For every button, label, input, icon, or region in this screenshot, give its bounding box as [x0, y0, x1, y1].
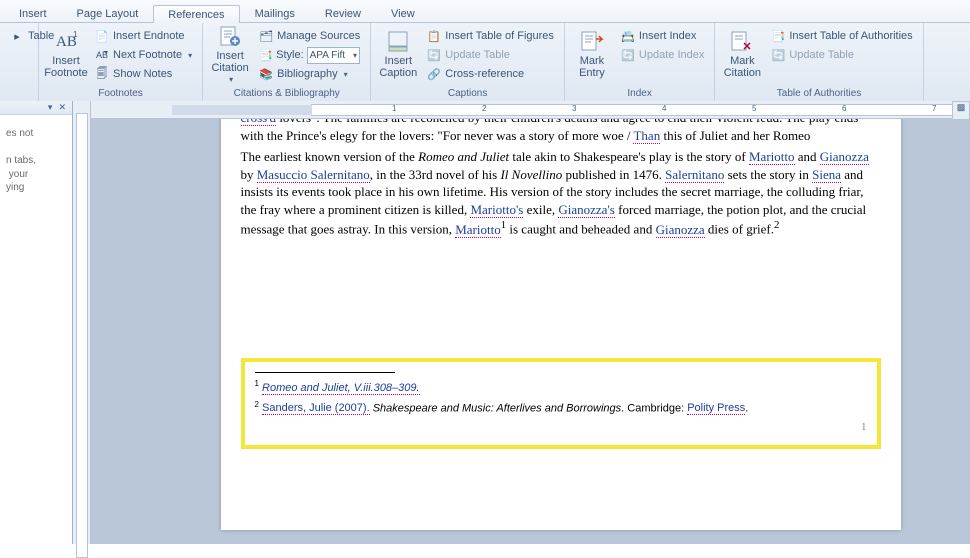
group-captions-label: Captions: [375, 87, 560, 101]
ruler-toggle-button[interactable]: ▩: [952, 101, 970, 120]
paragraph[interactable]: cross'd lovers". The families are reconc…: [241, 119, 881, 144]
update-table-button: 🔄Update Table: [423, 46, 558, 64]
chevron-down-icon[interactable]: ▾: [188, 51, 192, 60]
tof-icon: 📋: [427, 29, 441, 43]
ribbon: ▸Table AB1 Insert Footnote 📄Insert Endno…: [0, 23, 970, 102]
document-scroll[interactable]: cross'd lovers". The families are reconc…: [91, 119, 970, 544]
update-icon: 🔄: [427, 48, 441, 62]
page-number: 1: [255, 420, 867, 435]
footnote-icon: AB1: [54, 29, 78, 53]
group-footnotes-label: Footnotes: [43, 87, 198, 101]
style-icon: 📑: [259, 48, 273, 62]
toa-icon: 📑: [771, 29, 785, 43]
mark-entry-button[interactable]: Mark Entry: [569, 25, 615, 83]
tab-mailings[interactable]: Mailings: [240, 4, 310, 22]
tab-review[interactable]: Review: [310, 4, 376, 22]
mark-citation-icon: [730, 29, 754, 53]
ribbon-tabs: Insert Page Layout References Mailings R…: [0, 0, 970, 23]
footnote-2[interactable]: 2 Sanders, Julie (2007). Shakespeare and…: [255, 400, 867, 417]
next-footnote-icon: AB: [95, 48, 109, 62]
insert-tof-button[interactable]: 📋Insert Table of Figures: [423, 27, 558, 45]
insert-caption-button[interactable]: Insert Caption: [375, 25, 421, 83]
caption-icon: [386, 29, 410, 53]
tab-view[interactable]: View: [376, 4, 430, 22]
insert-toa-button[interactable]: 📑Insert Table of Authorities: [767, 27, 916, 45]
svg-text:1: 1: [73, 30, 78, 39]
insert-footnote-button[interactable]: AB1 Insert Footnote: [43, 25, 89, 83]
insert-index-button[interactable]: 📇Insert Index: [617, 27, 708, 45]
bibliography-icon: 📚: [259, 67, 273, 81]
bibliography-button[interactable]: 📚Bibliography▾: [255, 65, 364, 83]
pane-menu-icon[interactable]: ▾: [48, 102, 53, 113]
insert-citation-button[interactable]: Insert Citation▾: [207, 25, 253, 83]
update-icon: 🔄: [771, 48, 785, 62]
tab-page-layout[interactable]: Page Layout: [62, 4, 154, 22]
navigation-pane: ▾ ✕ es notn tabs, your ying: [0, 101, 73, 544]
tab-insert[interactable]: Insert: [4, 4, 62, 22]
citation-style-select[interactable]: 📑Style:APA Fift▾: [255, 46, 364, 64]
manage-sources-button[interactable]: 🗂Manage Sources: [255, 27, 364, 45]
vertical-ruler[interactable]: [73, 101, 91, 544]
update-index-button: 🔄Update Index: [617, 46, 708, 64]
show-notes-icon: 🗐: [95, 67, 109, 81]
crossref-icon: 🔗: [427, 67, 441, 81]
update-toa-button: 🔄Update Table: [767, 46, 916, 64]
insert-index-icon: 📇: [621, 29, 635, 43]
insert-endnote-button[interactable]: 📄Insert Endnote: [91, 27, 196, 45]
document-page[interactable]: cross'd lovers". The families are reconc…: [221, 119, 901, 530]
nav-text: es notn tabs, your ying: [0, 115, 72, 207]
tab-references[interactable]: References: [153, 5, 239, 23]
group-citations-label: Citations & Bibliography: [207, 87, 366, 101]
update-icon: 🔄: [621, 48, 635, 62]
horizontal-ruler[interactable]: 1 2 3 4 5 6 7 ▩: [91, 101, 970, 119]
footnote-1[interactable]: 1 Romeo and Juliet, V.iii.308–309.: [255, 379, 867, 396]
show-notes-button[interactable]: 🗐Show Notes: [91, 65, 196, 83]
group-index-label: Index: [569, 87, 710, 101]
endnote-icon: 📄: [95, 29, 109, 43]
next-footnote-button[interactable]: ABNext Footnote▾: [91, 46, 196, 64]
workspace: ▾ ✕ es notn tabs, your ying 1 2 3 4 5 6 7…: [0, 101, 970, 544]
chevron-down-icon[interactable]: ▾: [353, 51, 357, 60]
cross-reference-button[interactable]: 🔗Cross-reference: [423, 65, 558, 83]
group-toa-label: Table of Authorities: [719, 87, 918, 101]
document-area: 1 2 3 4 5 6 7 ▩ cross'd lovers". The fam…: [73, 101, 970, 544]
paragraph[interactable]: The earliest known version of the Romeo …: [241, 148, 881, 238]
footnote-separator: [255, 372, 395, 373]
citation-icon: [218, 24, 242, 48]
mark-entry-icon: [580, 29, 604, 53]
mark-citation-button[interactable]: Mark Citation: [719, 25, 765, 83]
close-icon[interactable]: ✕: [58, 102, 66, 113]
footnotes-area[interactable]: 1 Romeo and Juliet, V.iii.308–309. 2 San…: [241, 358, 881, 449]
manage-sources-icon: 🗂: [259, 29, 273, 43]
